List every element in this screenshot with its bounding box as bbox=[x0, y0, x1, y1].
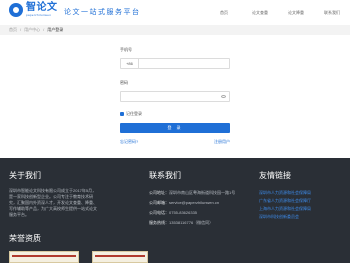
breadcrumb-user-center[interactable]: 用户中心 bbox=[24, 27, 40, 33]
contact-list: 公司地址：深圳市南山区粤海街道科技园一路1号 公司邮箱：service@pape… bbox=[149, 188, 235, 228]
friend-link[interactable]: 深圳市科技创新委员会 bbox=[259, 213, 311, 221]
contact-title: 联系我们 bbox=[149, 171, 181, 180]
show-password-icon[interactable] bbox=[221, 95, 226, 98]
country-code-select[interactable]: +86 bbox=[121, 59, 139, 68]
logo-icon bbox=[9, 3, 23, 17]
breadcrumb: 首页 / 用户中心 / 用户登录 bbox=[9, 27, 64, 33]
phone-field[interactable]: +86 bbox=[120, 58, 230, 69]
friend-link[interactable]: 上海市人力资源和社会保障局 bbox=[259, 205, 311, 213]
nav-home[interactable]: 首页 bbox=[206, 10, 242, 16]
friend-link[interactable]: 广东省人力资源和社会保障厅 bbox=[259, 197, 311, 205]
friend-links: 深圳市人力资源和社会保障局 广东省人力资源和社会保障厅 上海市人力资源和社会保障… bbox=[259, 189, 311, 221]
remember-label: 记住登录 bbox=[126, 111, 142, 116]
contact-address: 公司地址：深圳市南山区粤海街道科技园一路1号 bbox=[149, 190, 236, 195]
logo[interactable]: 智论文 paperzhilunwen bbox=[9, 3, 58, 17]
footer: 关于我们 深圳市智能论文科技有限公司成立于2017年5月，是一家科技创新型企业。… bbox=[0, 158, 350, 263]
breadcrumb-home[interactable]: 首页 bbox=[9, 27, 17, 33]
register-link[interactable]: 注册用户 bbox=[214, 139, 230, 145]
header: 智论文 paperzhilunwen 论文一站式服务平台 首页 论文查重 论文降… bbox=[0, 0, 350, 25]
about-text: 深圳市智能论文科技有限公司成立于2017年5月，是一家科技创新型企业。公司专注于… bbox=[9, 188, 97, 217]
password-field[interactable] bbox=[120, 91, 230, 102]
password-label: 密码 bbox=[120, 80, 128, 85]
nav-check[interactable]: 论文查重 bbox=[242, 10, 278, 16]
certificate-image bbox=[92, 251, 148, 263]
certificate-image bbox=[9, 251, 79, 263]
phone-label: 手机号 bbox=[120, 47, 132, 52]
contact-hotline: 服务热线：13538116776（微信同） bbox=[149, 220, 214, 225]
contact-phone: 公司电话：0755-83626335 bbox=[149, 210, 198, 215]
contact-email: 公司邮箱：service@paperzhilunwen.cn bbox=[149, 200, 220, 205]
links-title: 友情链接 bbox=[259, 171, 291, 180]
honor-title: 荣誉资质 bbox=[9, 234, 41, 243]
logo-text: 智论文 bbox=[26, 2, 58, 13]
remember-checkbox[interactable] bbox=[120, 112, 124, 116]
main-nav: 首页 论文查重 论文降重 联系我们 bbox=[206, 10, 350, 16]
logo-subtext: paperzhilunwen bbox=[26, 13, 52, 17]
nav-contact[interactable]: 联系我们 bbox=[314, 10, 350, 16]
breadcrumb-current: 用户登录 bbox=[47, 27, 64, 32]
breadcrumb-bar: 首页 / 用户中心 / 用户登录 bbox=[0, 25, 350, 35]
remember-login[interactable]: 记住登录 bbox=[120, 111, 230, 117]
login-form: 手机号 +86 密码 记住登录 登 录 忘记密码? 注册用户 bbox=[120, 47, 230, 145]
form-links: 忘记密码? 注册用户 bbox=[120, 139, 230, 145]
login-button[interactable]: 登 录 bbox=[120, 123, 230, 133]
slogan: 论文一站式服务平台 bbox=[64, 8, 141, 16]
friend-link[interactable]: 深圳市人力资源和社会保障局 bbox=[259, 189, 311, 197]
about-title: 关于我们 bbox=[9, 171, 41, 180]
nav-reduce[interactable]: 论文降重 bbox=[278, 10, 314, 16]
forgot-password-link[interactable]: 忘记密码? bbox=[120, 139, 138, 145]
